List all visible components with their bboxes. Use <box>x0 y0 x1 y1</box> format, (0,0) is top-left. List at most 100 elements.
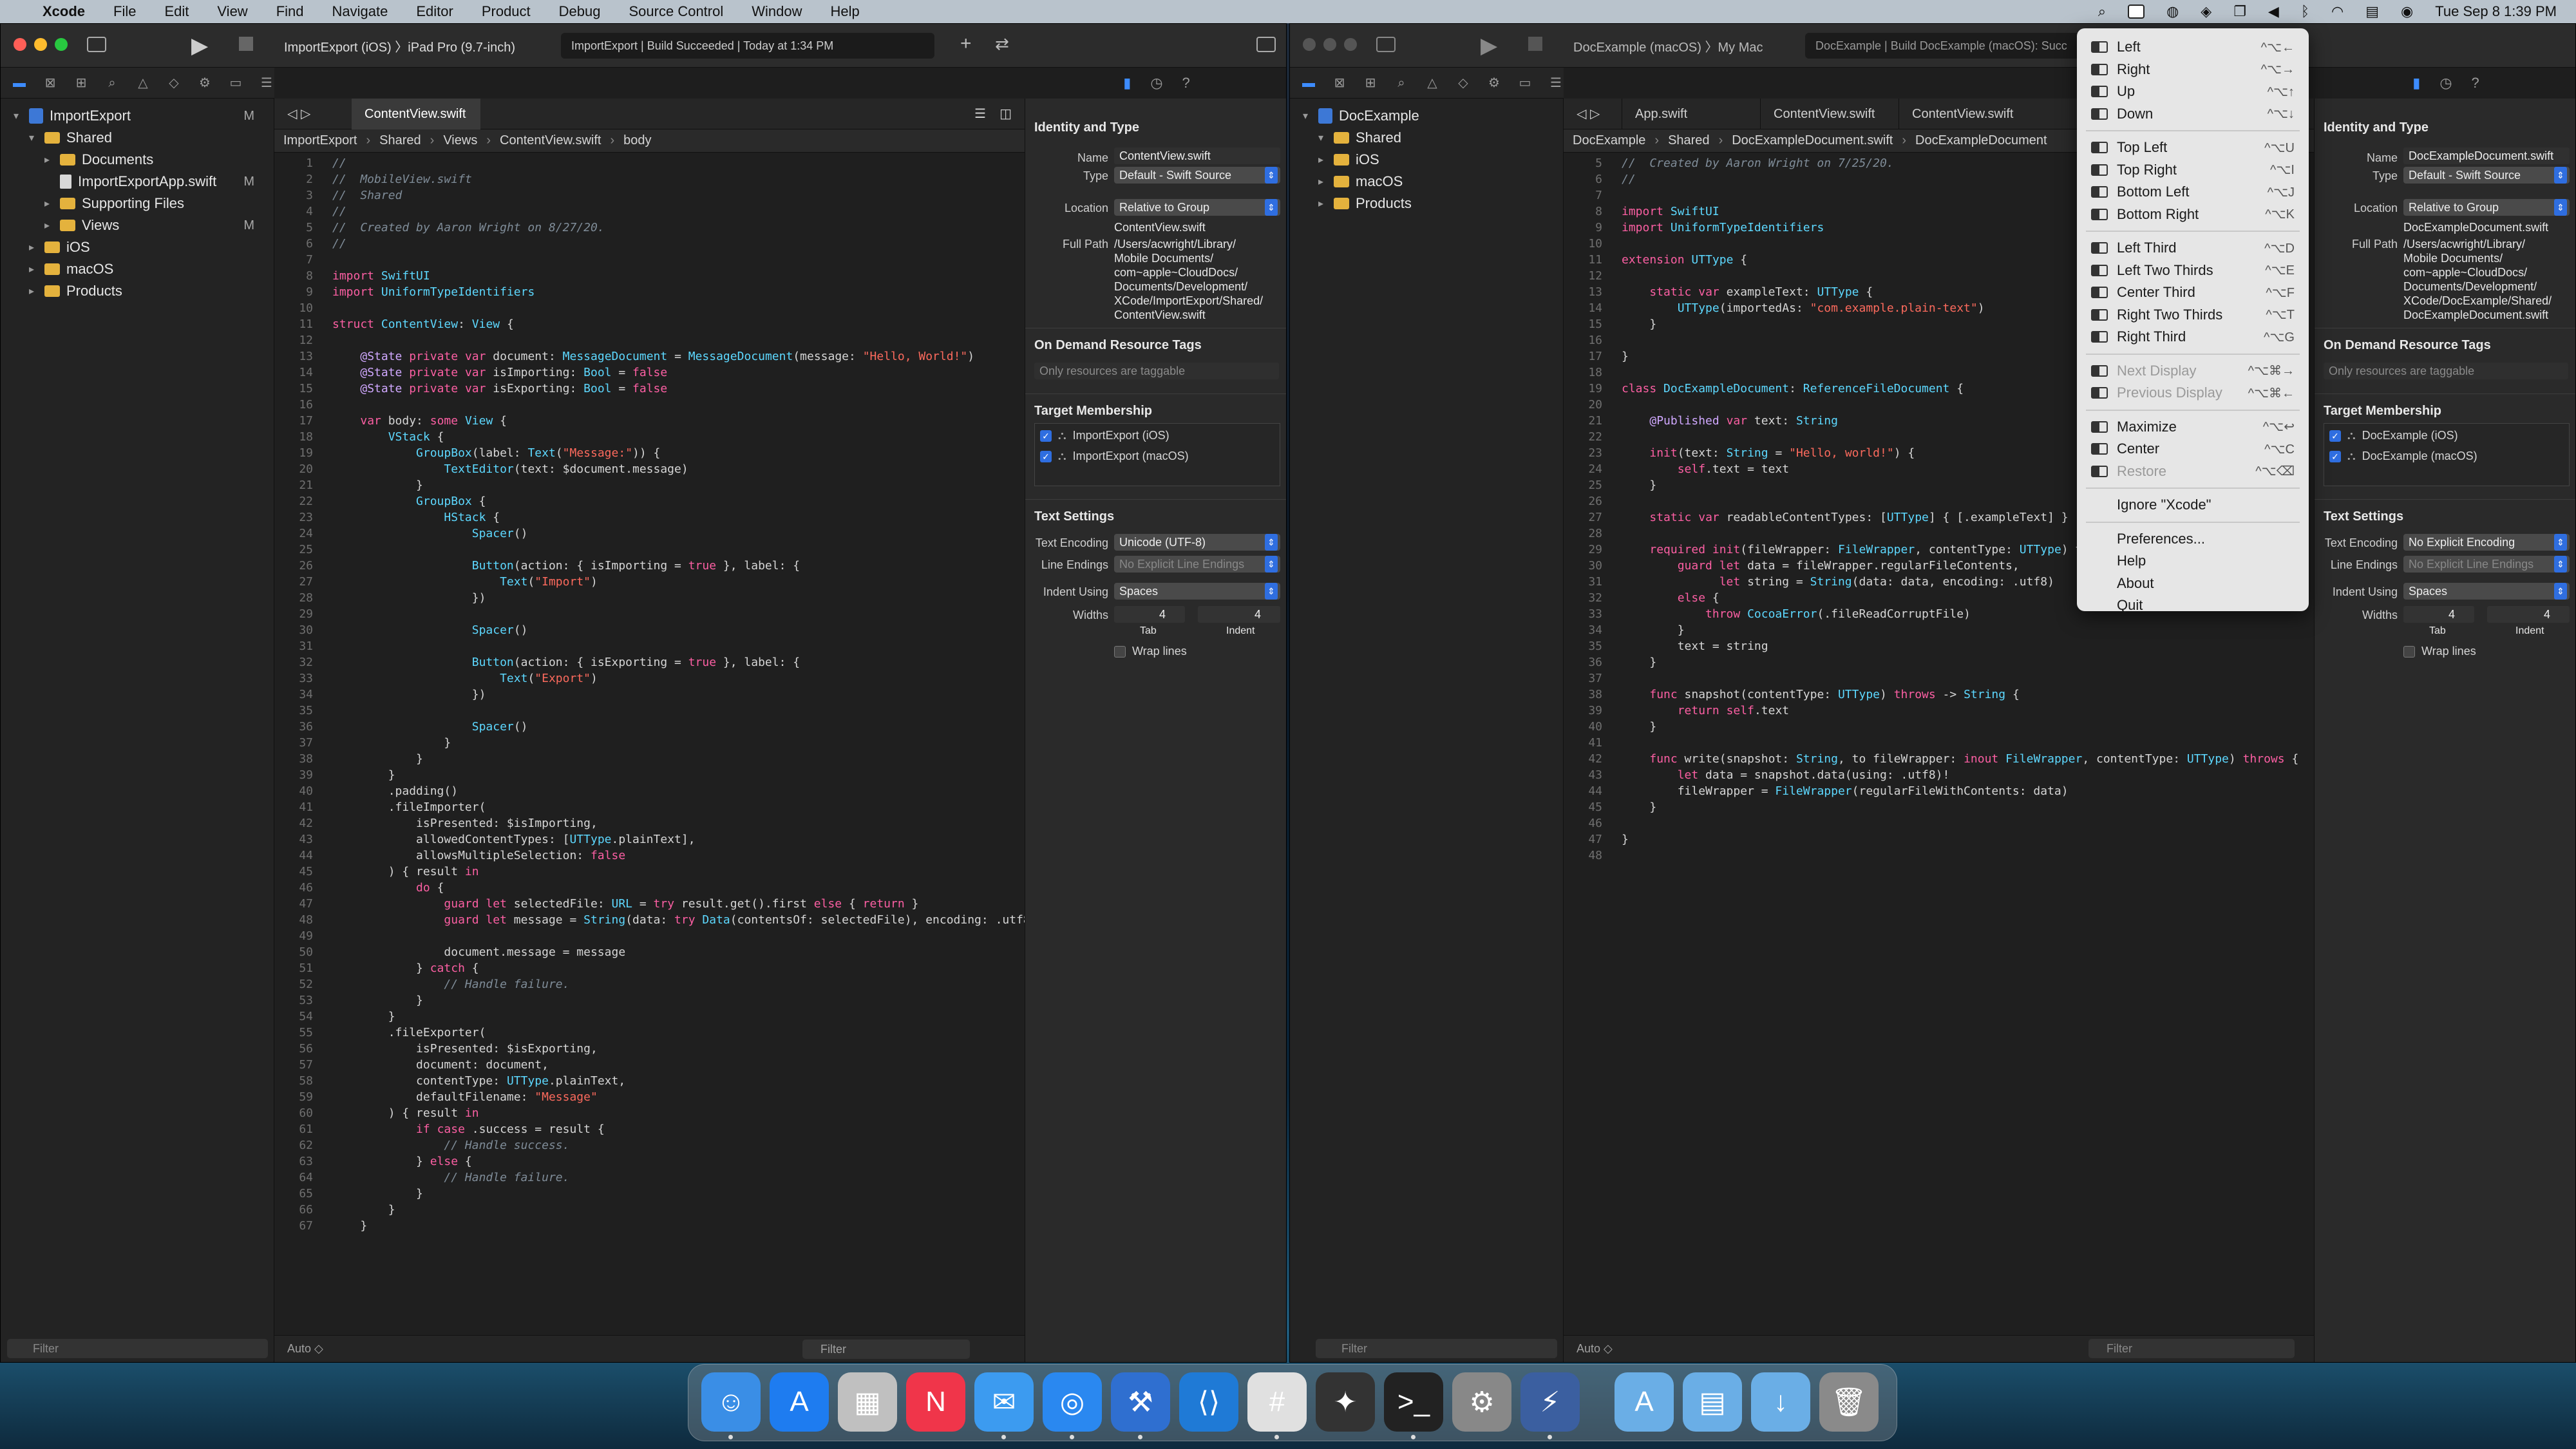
jump-bar-item[interactable]: DocExample <box>1573 133 1645 148</box>
tree-item[interactable]: ImportExportApp.swift M <box>44 171 271 193</box>
code-line[interactable]: isPresented: $isExporting, <box>332 1042 598 1056</box>
text-encoding-popup[interactable]: Unicode (UTF-8) <box>1114 534 1280 551</box>
code-line[interactable]: document.message = message <box>332 945 625 959</box>
disclosure-icon[interactable]: ▸ <box>44 153 53 166</box>
breakpoint-navigator-icon[interactable]: ▭ <box>1518 76 1532 90</box>
report-navigator-icon[interactable]: ☰ <box>260 76 274 90</box>
tree-item[interactable]: ▸ Products <box>1318 193 1560 214</box>
symbol-navigator-icon[interactable]: ⊞ <box>1363 76 1378 90</box>
code-line[interactable]: document: document, <box>332 1058 549 1072</box>
clock[interactable]: Tue Sep 8 1:39 PM <box>2435 3 2557 20</box>
test-navigator-icon[interactable]: ◇ <box>167 76 181 90</box>
instruments-icon[interactable]: ⚡ <box>1520 1372 1580 1432</box>
history-inspector-icon[interactable]: ◷ <box>1150 75 1162 91</box>
zoom-button[interactable] <box>1344 38 1357 51</box>
menu-find[interactable]: Find <box>262 3 318 20</box>
menu-editor[interactable]: Editor <box>402 3 467 20</box>
tree-item[interactable]: ▸ Supporting Files <box>44 193 271 214</box>
tree-item[interactable]: ▾ Shared <box>29 127 271 149</box>
jump-bar-item[interactable]: DocExampleDocument <box>1915 133 2047 148</box>
history-inspector-icon[interactable]: ◷ <box>2439 75 2452 91</box>
code-line[interactable]: } <box>1622 800 1656 814</box>
report-navigator-icon[interactable]: ☰ <box>1549 76 1563 90</box>
control-center-icon[interactable]: ▤ <box>2365 3 2379 20</box>
code-line[interactable]: if case .success = result { <box>332 1122 605 1136</box>
code-line[interactable]: allowedContentTypes: [UTType.plainText], <box>332 833 696 846</box>
code-line[interactable]: // Handle failure. <box>332 978 569 991</box>
menu-item-bottom-right[interactable]: Bottom Right ^⌥K <box>2077 204 2309 225</box>
symbol-navigator-icon[interactable]: ⊞ <box>74 76 88 90</box>
name-field[interactable]: DocExampleDocument.swift <box>2403 147 2570 164</box>
tree-item[interactable]: ▸ macOS <box>29 258 271 280</box>
code-line[interactable]: Spacer() <box>332 623 528 637</box>
code-line[interactable]: VStack { <box>332 430 444 444</box>
code-line[interactable]: // Created by Aaron Wright on 8/27/20. <box>332 221 605 234</box>
code-line[interactable]: // <box>332 156 346 170</box>
navigator-filter[interactable]: Filter <box>1316 1339 1557 1358</box>
code-line[interactable]: Text("Import") <box>332 575 598 589</box>
menu-debug[interactable]: Debug <box>545 3 615 20</box>
code-line[interactable]: isPresented: $isImporting, <box>332 817 598 830</box>
tree-item[interactable]: ▾ Shared <box>1318 127 1560 149</box>
code-line[interactable]: guard let data = fileWrapper.regularFile… <box>1622 559 2020 573</box>
tab-width-field[interactable]: 4 <box>1114 606 1185 623</box>
editor-tab[interactable]: App.swift <box>1622 99 1757 129</box>
mail-icon[interactable]: ✉ <box>974 1372 1034 1432</box>
code-line[interactable]: Spacer() <box>332 527 528 540</box>
disclosure-icon[interactable]: ▾ <box>14 109 23 122</box>
editor-tab[interactable]: ContentView.swift <box>1899 99 2034 129</box>
tree-item[interactable]: ▸ iOS <box>1318 149 1560 171</box>
code-line[interactable]: UTType(importedAs: "com.example.plain-te… <box>1622 301 1985 315</box>
debug-navigator-icon[interactable]: ⚙ <box>1487 76 1501 90</box>
search-icon[interactable]: ⌕ <box>2098 3 2106 20</box>
code-line[interactable]: } <box>332 1203 395 1217</box>
menu-item-right[interactable]: Right ^⌥→ <box>2077 59 2309 80</box>
code-line[interactable]: // Created by Aaron Wright on 7/25/20. <box>1622 156 1894 170</box>
code-line[interactable]: ) { result in <box>332 865 479 878</box>
code-line[interactable]: } catch { <box>332 961 479 975</box>
menu-item-up[interactable]: Up ^⌥↑ <box>2077 80 2309 102</box>
menu-item-next-display[interactable]: Next Display ^⌥⌘→ <box>2077 360 2309 382</box>
close-button[interactable] <box>14 38 26 51</box>
safari-icon[interactable]: ◎ <box>1043 1372 1102 1432</box>
sidebar-toggle-icon[interactable] <box>87 37 106 52</box>
menu-item-left-third[interactable]: Left Third ^⌥D <box>2077 237 2309 259</box>
code-line[interactable]: } else { <box>332 1155 472 1168</box>
indent-using-popup[interactable]: Spaces <box>1114 583 1280 600</box>
code-line[interactable]: do { <box>332 881 444 895</box>
code-line[interactable]: } <box>1622 656 1656 669</box>
code-line[interactable]: } <box>1622 478 1656 492</box>
code-line[interactable]: // Shared <box>332 189 402 202</box>
app-store-icon[interactable]: A <box>770 1372 829 1432</box>
code-line[interactable]: Spacer() <box>332 720 528 734</box>
jump-bar-item[interactable]: ContentView.swift <box>500 133 601 148</box>
wrap-lines-row[interactable]: Wrap lines <box>2403 645 2476 658</box>
menu-item-left-two-thirds[interactable]: Left Two Thirds ^⌥E <box>2077 260 2309 281</box>
code-line[interactable]: }) <box>332 591 486 605</box>
disclosure-icon[interactable]: ▸ <box>29 263 38 276</box>
disclosure-icon[interactable]: ▸ <box>1318 175 1327 188</box>
target-checkbox[interactable]: ✓ <box>1040 450 1052 462</box>
menu-app-name[interactable]: Xcode <box>28 3 99 20</box>
code-line[interactable]: .padding() <box>332 784 458 798</box>
inspector-toggle-icon[interactable] <box>1256 37 1276 52</box>
inspector-filter[interactable]: Filter <box>2088 1339 2295 1358</box>
source-control-navigator-icon[interactable]: ⊠ <box>1332 76 1347 90</box>
bluetooth-icon[interactable]: ᛒ <box>2301 3 2309 20</box>
code-line[interactable]: @State private var isExporting: Bool = f… <box>332 382 667 395</box>
menu-item-center-third[interactable]: Center Third ^⌥F <box>2077 281 2309 303</box>
type-popup[interactable]: Default - Swift Source <box>2403 167 2570 184</box>
code-line[interactable]: // <box>1622 173 1636 186</box>
minimize-button[interactable] <box>1323 38 1336 51</box>
disclosure-icon[interactable]: ▸ <box>29 285 38 298</box>
code-line[interactable]: } <box>332 768 395 782</box>
menu-item-right-third[interactable]: Right Third ^⌥G <box>2077 326 2309 348</box>
dropbox-icon[interactable]: ◈ <box>2201 3 2211 20</box>
menu-item-top-right[interactable]: Top Right ^⌥I <box>2077 159 2309 181</box>
code-line[interactable]: HStack { <box>332 511 500 524</box>
menu-item-right-two-thirds[interactable]: Right Two Thirds ^⌥T <box>2077 304 2309 326</box>
code-line[interactable]: else { <box>1622 591 1719 605</box>
menu-window[interactable]: Window <box>737 3 816 20</box>
code-line[interactable]: ) { result in <box>332 1106 479 1120</box>
jump-bar-item[interactable]: DocExampleDocument.swift <box>1732 133 1893 148</box>
